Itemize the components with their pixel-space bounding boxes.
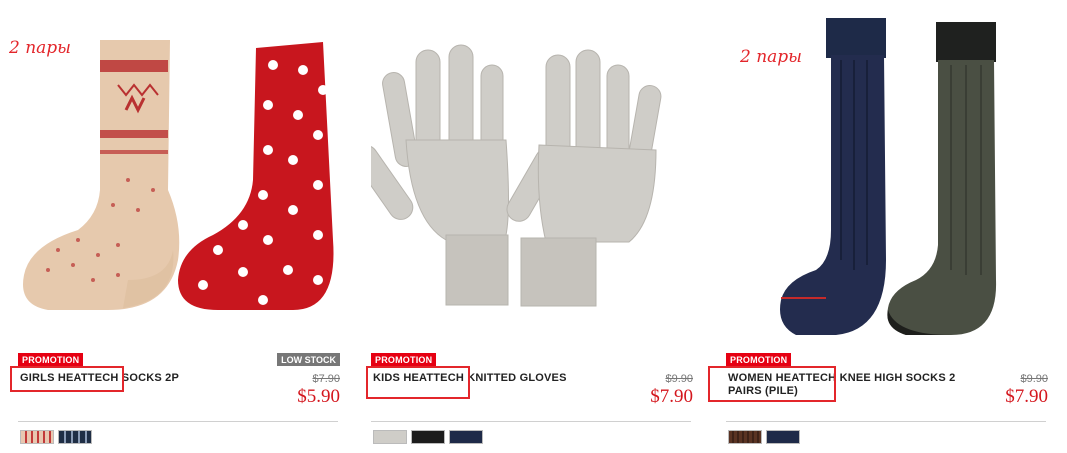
product-image-kids-gloves[interactable]	[371, 10, 693, 340]
original-price: $9.90	[665, 373, 693, 385]
sale-price: $7.90	[650, 386, 693, 407]
annotation-highlight-box	[366, 366, 470, 399]
promotion-badge: PROMOTION	[726, 353, 792, 366]
swatch-navy[interactable]	[766, 430, 800, 444]
original-price: $9.90	[1020, 373, 1048, 385]
swatch-navy[interactable]	[58, 430, 92, 444]
annotation-two-pairs: 2 пары	[9, 38, 72, 58]
annotation-highlight-box	[10, 366, 124, 392]
swatch-beige[interactable]	[20, 430, 54, 444]
original-price: $7.90	[312, 373, 340, 385]
red-polka-sock-shape	[178, 42, 334, 310]
promotion-badge: PROMOTION	[18, 353, 84, 366]
swatch-black[interactable]	[411, 430, 445, 444]
color-swatches	[20, 430, 92, 444]
annotation-highlight-box	[708, 366, 836, 402]
divider	[726, 421, 1046, 422]
annotation-two-pairs: 2 пары	[740, 47, 803, 67]
olive-knee-sock-shape	[887, 22, 997, 335]
beige-sock-shape	[23, 40, 180, 310]
left-glove-shape	[371, 44, 509, 306]
swatch-navy[interactable]	[449, 430, 483, 444]
low-stock-badge: LOW STOCK	[277, 353, 340, 366]
promotion-badge: PROMOTION	[371, 353, 437, 366]
divider	[18, 421, 338, 422]
swatch-grey[interactable]	[373, 430, 407, 444]
product-card-kids-gloves[interactable]: PROMOTION KIDS HEATTECH KNITTED GLOVES $…	[366, 0, 693, 453]
color-swatches	[373, 430, 483, 444]
divider	[371, 421, 691, 422]
sale-price: $7.90	[1005, 386, 1048, 407]
product-card-girls-socks[interactable]: 2 пары PROMOTION LOW STOCK GIRLS HEATTEC…	[9, 0, 340, 453]
product-card-women-knee-socks[interactable]: 2 пары PROMOTION WOMEN HEATTECH KNEE HIG…	[708, 0, 1048, 453]
swatch-brown[interactable]	[728, 430, 762, 444]
right-glove-shape	[506, 49, 662, 307]
color-swatches	[728, 430, 800, 444]
product-image-girls-socks[interactable]	[18, 10, 340, 340]
sale-price: $5.90	[297, 386, 340, 407]
